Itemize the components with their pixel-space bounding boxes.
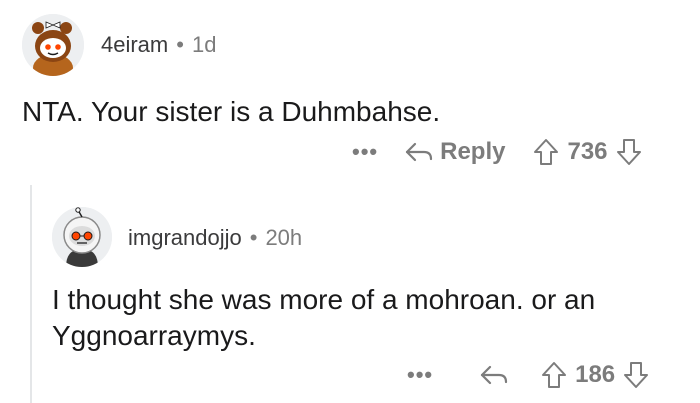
comment-actions: ••• 186 (407, 357, 649, 393)
more-options-button[interactable]: ••• (407, 362, 433, 388)
separator-dot: • (249, 225, 258, 250)
reply-button[interactable] (479, 363, 509, 387)
vote-score: 186 (575, 361, 616, 388)
reply-button[interactable]: Reply (404, 138, 505, 166)
comment: imgrandojjo • 20h I thought she was more… (0, 185, 700, 403)
more-options-button[interactable]: ••• (352, 139, 378, 165)
username[interactable]: imgrandojjo (128, 225, 242, 251)
comment-meta: 4eiram • 1d (101, 32, 216, 58)
downvote-arrow-icon (616, 139, 641, 165)
upvote-arrow-icon (542, 362, 567, 388)
reply-arrow-icon (481, 365, 508, 385)
timestamp[interactable]: 1d (192, 32, 216, 58)
downvote-button[interactable] (623, 361, 649, 389)
snoo-bear-hat-avatar-icon (22, 14, 84, 76)
avatar[interactable] (52, 207, 112, 267)
reply-label: Reply (440, 138, 506, 165)
timestamp[interactable]: 20h (265, 225, 302, 251)
comment-body: NTA. Your sister is a Duhmbahse. (22, 96, 441, 127)
upvote-button[interactable] (533, 138, 559, 166)
downvote-button[interactable] (616, 138, 642, 166)
comment-meta: imgrandojjo • 20h (128, 225, 302, 251)
avatar[interactable] (22, 14, 84, 76)
separator-dot: • (176, 32, 184, 57)
reply-arrow-icon (406, 142, 433, 162)
comment: 4eiram • 1d NTA. Your sister is a Duhmba… (0, 0, 700, 185)
vote-score: 736 (567, 138, 608, 165)
upvote-arrow-icon (534, 139, 559, 165)
username[interactable]: 4eiram (101, 32, 168, 58)
comment-body: I thought she was more of a mohroan. or … (52, 284, 596, 351)
downvote-arrow-icon (624, 362, 649, 388)
comment-actions: ••• Reply 736 (352, 134, 642, 170)
upvote-button[interactable] (541, 361, 567, 389)
snoo-astronaut-avatar-icon (52, 207, 112, 267)
